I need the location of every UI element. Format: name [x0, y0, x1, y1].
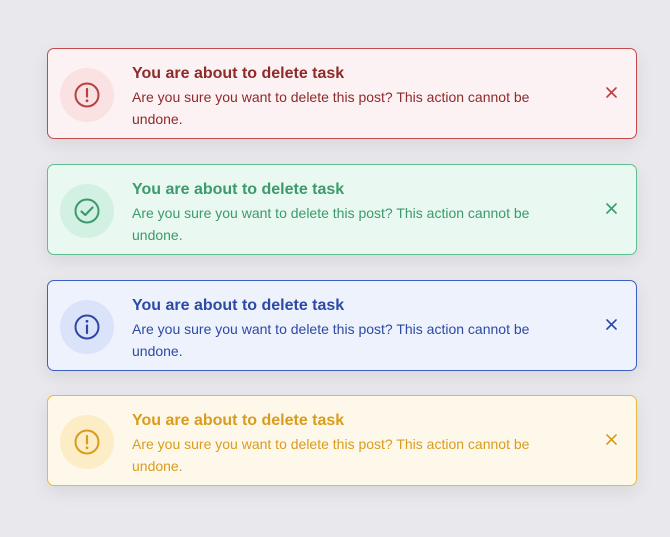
- alert-message: Are you sure you want to delete this pos…: [132, 436, 530, 474]
- alert-warning: You are about to delete task Are you sur…: [47, 395, 637, 486]
- info-circle-icon: [60, 300, 114, 354]
- exclamation-circle-icon: [60, 415, 114, 469]
- alert-success: You are about to delete task Are you sur…: [47, 164, 637, 255]
- exclamation-circle-icon: [60, 68, 114, 122]
- alert-message: Are you sure you want to delete this pos…: [132, 321, 530, 359]
- alert-title: You are about to delete task: [132, 412, 345, 429]
- alert-message: Are you sure you want to delete this pos…: [132, 205, 530, 243]
- alert-danger: You are about to delete task Are you sur…: [47, 48, 637, 139]
- close-icon[interactable]: [602, 315, 620, 333]
- close-icon[interactable]: [602, 430, 620, 448]
- alert-title: You are about to delete task: [132, 297, 345, 314]
- alert-title: You are about to delete task: [132, 181, 345, 198]
- check-circle-icon: [60, 184, 114, 238]
- close-icon[interactable]: [602, 83, 620, 101]
- close-icon[interactable]: [602, 199, 620, 217]
- alert-info: You are about to delete task Are you sur…: [47, 280, 637, 371]
- alert-message: Are you sure you want to delete this pos…: [132, 89, 530, 127]
- alert-title: You are about to delete task: [132, 65, 345, 82]
